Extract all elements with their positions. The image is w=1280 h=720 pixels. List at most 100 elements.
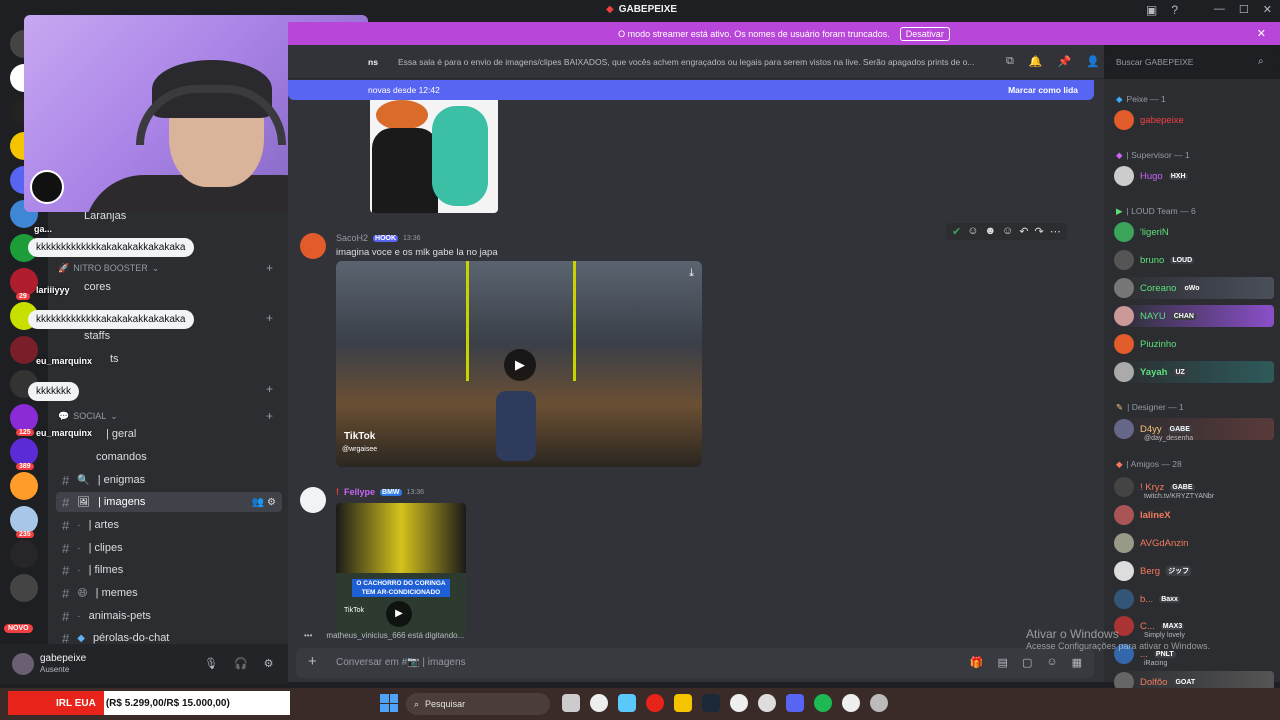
attach-icon[interactable]: +	[308, 653, 317, 670]
bell-icon[interactable]: 🔔	[1029, 55, 1043, 68]
channel-clipes[interactable]: # · | clipes	[56, 538, 282, 558]
pin-icon[interactable]: 📌	[1058, 55, 1072, 68]
search-input[interactable]: Buscar GABEPEIXE	[1110, 53, 1274, 71]
channel-comandos[interactable]: comandos	[90, 447, 316, 467]
channel-animais-pets[interactable]: # · animais-pets	[56, 606, 282, 626]
image-attachment[interactable]	[370, 100, 498, 213]
add-channel-button[interactable]: +	[266, 409, 273, 423]
new-messages-bar[interactable]: novas desde 12:42 Marcar como lida	[288, 80, 1094, 100]
add-channel-button[interactable]: +	[266, 261, 273, 275]
member-item[interactable]: D4yy GABE @day_desenha	[1114, 418, 1274, 442]
message-composer[interactable]: + Conversar em #📷 | imagens 🎁 ▤ ▢ ☺ ▦	[296, 648, 1094, 678]
add-channel-button[interactable]: +	[266, 382, 273, 396]
member-item[interactable]: b... Baxx	[1114, 588, 1274, 610]
more-icon[interactable]: ⋯	[1050, 225, 1061, 238]
spotify-icon[interactable]	[814, 694, 832, 712]
gear-icon[interactable]: ⚙	[264, 657, 274, 670]
channel-partial[interactable]: staffs	[78, 326, 304, 346]
maximize-button[interactable]: ☐	[1239, 3, 1249, 16]
member-item[interactable]: bruno LOUD	[1114, 249, 1274, 271]
channel-partial[interactable]: cores	[78, 277, 304, 297]
play-icon[interactable]: ▶	[504, 349, 536, 381]
headset-icon[interactable]: 🎧	[234, 657, 248, 670]
message-author[interactable]: SacoH2	[336, 233, 368, 243]
member-item[interactable]: Hugo HXH	[1114, 165, 1274, 187]
inbox-icon[interactable]: ▣	[1146, 3, 1157, 17]
app-icon[interactable]	[730, 694, 748, 712]
app-icon[interactable]	[590, 694, 608, 712]
add-reaction-icon[interactable]: ☺	[1002, 225, 1013, 238]
close-window-button[interactable]: ✕	[1263, 3, 1272, 16]
avatar[interactable]	[12, 653, 34, 675]
discord-icon[interactable]	[786, 694, 804, 712]
channel-settings-icon[interactable]: 👥 ⚙	[252, 497, 276, 508]
message-author[interactable]: Fellype	[344, 487, 375, 497]
avatar[interactable]	[300, 487, 326, 513]
server-icon[interactable]	[10, 540, 38, 568]
channel-filmes[interactable]: # · | filmes	[56, 560, 282, 580]
close-icon[interactable]: ✕	[1257, 27, 1266, 40]
disable-streamer-mode-button[interactable]: Desativar	[899, 26, 950, 41]
sticker-icon[interactable]: ▢	[1022, 656, 1032, 669]
channel-enigmas[interactable]: # 🔍 | enigmas	[56, 470, 282, 490]
threads-icon[interactable]: ⧉	[1006, 55, 1014, 68]
minimize-button[interactable]: —	[1214, 3, 1225, 16]
channel-memes[interactable]: # 😄 | memes	[56, 583, 282, 603]
emoji-icon[interactable]: ☺	[1046, 656, 1057, 669]
play-icon[interactable]: ▶	[386, 601, 412, 627]
steam-icon[interactable]	[702, 694, 720, 712]
help-icon[interactable]: ?	[1171, 3, 1178, 17]
taskbar-search[interactable]: ⌕ Pesquisar	[406, 693, 550, 715]
windows-start-icon[interactable]	[380, 694, 398, 712]
gift-icon[interactable]: 🎁	[970, 656, 984, 669]
role-icon: ◆	[1116, 94, 1123, 104]
emoji-reaction-icon[interactable]: ☻	[984, 225, 996, 238]
server-icon[interactable]	[10, 472, 38, 500]
member-item[interactable]: gabepeixe	[1114, 109, 1274, 131]
microphone-icon[interactable]: 🎙	[204, 657, 218, 670]
app-icon[interactable]	[758, 694, 776, 712]
download-icon[interactable]: ⤓	[689, 267, 694, 280]
video-attachment[interactable]: O CACHORRO DO CORINGA TEM AR-CONDICIONAD…	[336, 503, 466, 636]
channel-artes[interactable]: # · | artes	[56, 515, 282, 535]
channel-imagens[interactable]: # 🖼 | imagens 👥 ⚙	[56, 492, 282, 512]
members-icon[interactable]: 👤	[1086, 55, 1100, 68]
opera-icon[interactable]	[646, 694, 664, 712]
mark-read-button[interactable]: Marcar como lida	[1008, 85, 1078, 95]
server-icon[interactable]: 389	[10, 438, 38, 470]
member-item[interactable]: ! Kryz GABE twitch.tv/KRYZTYANbr	[1114, 476, 1274, 500]
server-icon[interactable]: 29	[10, 268, 38, 300]
message-time: 13:36	[403, 234, 421, 242]
member-item[interactable]: NAYU CHAN	[1114, 305, 1274, 327]
member-item[interactable]: 'ligeriN	[1114, 221, 1274, 243]
reply-icon[interactable]: ↶	[1019, 225, 1028, 238]
member-item[interactable]: Berg ジッフ	[1114, 560, 1274, 582]
gif-icon[interactable]: ▤	[998, 656, 1008, 669]
app-icon[interactable]	[842, 694, 860, 712]
emoji-reaction-icon[interactable]: ☺	[967, 225, 978, 238]
category-nitro-booster[interactable]: 🚀 NITRO BOOSTER ⌄	[58, 263, 159, 274]
member-item[interactable]: Yayah UZ	[1114, 361, 1274, 383]
server-icon[interactable]: 125	[10, 404, 38, 436]
app-icon[interactable]	[618, 694, 636, 712]
app-icon[interactable]	[562, 694, 580, 712]
check-reaction-icon[interactable]: ✔	[952, 225, 961, 238]
server-icon[interactable]	[10, 336, 38, 364]
member-item[interactable]: lalineX	[1114, 504, 1274, 526]
avatar	[1114, 362, 1134, 382]
member-item[interactable]: Piuzinho	[1114, 333, 1274, 355]
forward-icon[interactable]: ↷	[1034, 225, 1043, 238]
chat-username: eu_marquinx	[36, 356, 93, 366]
member-item[interactable]: AVGdAnzin	[1114, 532, 1274, 554]
server-icon[interactable]	[10, 574, 38, 602]
server-icon[interactable]: 235	[10, 506, 38, 538]
member-item[interactable]: Coreano oWo	[1114, 277, 1274, 299]
avatar[interactable]	[300, 233, 326, 259]
category-social[interactable]: 💬 SOCIAL ⌄	[58, 411, 118, 422]
video-attachment[interactable]: ⤓ ▶ TikTok @wrgaisee	[336, 261, 702, 467]
channel-topic[interactable]: Essa sala é para o envio de imagens/clip…	[398, 57, 998, 67]
folder-icon[interactable]	[674, 694, 692, 712]
app-icon[interactable]	[870, 694, 888, 712]
add-channel-button[interactable]: +	[266, 311, 273, 325]
apps-icon[interactable]: ▦	[1072, 656, 1082, 669]
